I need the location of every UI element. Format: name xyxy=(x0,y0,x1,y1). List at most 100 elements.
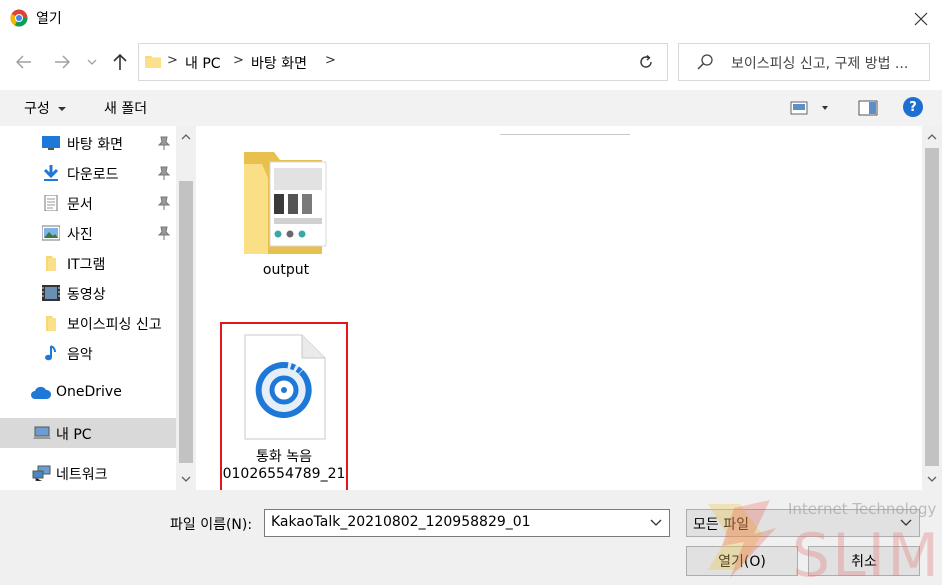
breadcrumb-item-desktop[interactable]: 바탕 화면 xyxy=(251,53,307,73)
new-folder-button[interactable]: 새 폴더 xyxy=(104,98,147,118)
help-button[interactable]: ? xyxy=(903,97,923,117)
breadcrumb-separator[interactable]: > xyxy=(325,53,336,68)
sidebar-item-label: 보이스피싱 신고 xyxy=(67,317,162,333)
file-item-output-folder[interactable]: output xyxy=(232,146,340,284)
sidebar-item-label: 네트워크 xyxy=(56,467,108,483)
pin-icon xyxy=(158,166,170,180)
breadcrumb-item-this-pc[interactable]: 내 PC xyxy=(185,53,221,73)
music-icon xyxy=(45,345,56,361)
file-list-scroll-thumb[interactable] xyxy=(925,148,939,466)
filename-input[interactable]: KakaoTalk_20210802_120958829_01 xyxy=(264,509,670,537)
chevron-down-icon xyxy=(900,519,912,526)
navigation-pane: 바탕 화면 다운로드 문서 사진 IT그램 동영상 보이스피싱 신고 음악 On… xyxy=(0,126,196,490)
filename-history-dropdown[interactable] xyxy=(647,513,665,533)
cancel-button[interactable]: 취소 xyxy=(808,546,920,576)
sidebar-item-itgram[interactable]: IT그램 xyxy=(0,248,176,278)
folder-icon xyxy=(46,316,56,331)
sidebar-item-videos[interactable]: 동영상 xyxy=(0,278,176,308)
cloud-icon xyxy=(31,386,52,399)
address-bar[interactable]: > 내 PC > 바탕 화면 > xyxy=(138,43,749,81)
video-icon xyxy=(42,285,60,301)
open-button[interactable]: 열기(O) xyxy=(686,546,798,576)
scroll-up-icon xyxy=(181,134,191,140)
forward-button[interactable] xyxy=(48,48,76,76)
sidebar-item-desktop[interactable]: 바탕 화면 xyxy=(0,128,176,158)
sidebar-item-label: 동영상 xyxy=(67,287,106,303)
pin-icon xyxy=(158,136,170,150)
sidebar-item-onedrive[interactable]: OneDrive xyxy=(0,378,176,408)
preview-pane-button[interactable] xyxy=(858,99,878,117)
close-button[interactable] xyxy=(906,6,936,32)
title-bar: 열기 xyxy=(0,0,942,36)
close-icon xyxy=(914,12,928,26)
chrome-icon xyxy=(10,9,28,27)
sidebar-item-label: 음악 xyxy=(67,347,93,363)
sidebar-item-pictures[interactable]: 사진 xyxy=(0,218,176,248)
back-button[interactable] xyxy=(10,48,38,76)
view-icon xyxy=(790,101,828,115)
file-item-call-recording[interactable]: 통화 녹음 01026554789_21 xyxy=(220,322,348,492)
file-list-scrollbar[interactable] xyxy=(922,126,942,490)
filename-value[interactable]: KakaoTalk_20210802_120958829_01 xyxy=(271,514,531,530)
command-bar: 구성 새 폴더 ? xyxy=(0,90,942,126)
window-title: 열기 xyxy=(36,11,62,27)
recent-locations-button[interactable] xyxy=(84,52,100,72)
refresh-button[interactable] xyxy=(624,43,668,81)
network-icon xyxy=(32,465,51,481)
organize-label: 구성 xyxy=(24,101,50,117)
file-name-line2: 01026554789_21 xyxy=(222,466,346,482)
pc-icon xyxy=(33,426,51,439)
breadcrumb-separator[interactable]: > xyxy=(233,53,244,68)
search-box[interactable]: 보이스피싱 신고, 구제 방법 ... xyxy=(678,43,930,81)
pin-icon xyxy=(158,196,170,210)
folder-icon xyxy=(145,56,161,68)
arrow-up-icon xyxy=(113,53,127,70)
desktop-icon xyxy=(42,136,60,150)
scroll-down-icon xyxy=(181,476,191,482)
help-icon: ? xyxy=(909,99,917,115)
sidebar-item-label: OneDrive xyxy=(56,384,122,400)
sidebar-scroll-thumb[interactable] xyxy=(179,181,193,463)
sidebar-scrollbar[interactable] xyxy=(176,126,196,490)
sidebar-item-label: IT그램 xyxy=(67,257,106,273)
filetype-dropdown-arrow[interactable] xyxy=(897,513,915,533)
filetype-value: 모든 파일 xyxy=(693,517,749,533)
folder-icon xyxy=(46,256,56,271)
arrow-left-icon xyxy=(16,55,31,69)
file-list[interactable]: output 통화 녹음 01026554789_21 xyxy=(196,126,922,492)
chevron-down-icon xyxy=(87,59,97,65)
filetype-select[interactable]: 모든 파일 xyxy=(686,509,920,537)
file-name: output xyxy=(262,262,310,278)
sidebar-item-network[interactable]: 네트워크 xyxy=(0,458,176,488)
dialog-footer: 파일 이름(N): KakaoTalk_20210802_120958829_0… xyxy=(0,490,942,585)
filename-label: 파일 이름(N): xyxy=(170,517,253,533)
picture-icon xyxy=(42,225,60,241)
new-folder-label: 새 폴더 xyxy=(104,101,148,117)
refresh-icon xyxy=(639,54,652,68)
sidebar-item-music[interactable]: 음악 xyxy=(0,338,176,368)
breadcrumb-separator[interactable]: > xyxy=(167,53,178,68)
sidebar-item-label: 내 PC xyxy=(56,427,92,443)
sidebar-item-downloads[interactable]: 다운로드 xyxy=(0,158,176,188)
sidebar-item-documents[interactable]: 문서 xyxy=(0,188,176,218)
divider xyxy=(500,134,630,135)
search-placeholder[interactable]: 보이스피싱 신고, 구제 방법 ... xyxy=(731,53,908,73)
file-name-line1: 통화 녹음 xyxy=(256,449,312,465)
pin-icon xyxy=(158,226,170,240)
sidebar-item-voicephishing[interactable]: 보이스피싱 신고 xyxy=(0,308,176,338)
search-icon xyxy=(697,54,713,70)
sidebar-item-this-pc[interactable]: 내 PC xyxy=(0,418,176,448)
document-icon xyxy=(44,195,58,211)
audio-file-icon xyxy=(244,334,326,440)
chevron-down-icon xyxy=(650,519,662,526)
organize-button[interactable]: 구성 xyxy=(24,98,67,118)
up-button[interactable] xyxy=(106,48,134,76)
caret-down-icon xyxy=(58,107,67,111)
scroll-up-icon xyxy=(927,134,937,140)
scroll-down-icon xyxy=(927,476,937,482)
download-icon xyxy=(43,165,59,181)
folder-icon xyxy=(244,152,327,254)
preview-pane-icon xyxy=(858,100,878,116)
change-view-button[interactable] xyxy=(790,99,830,117)
arrow-right-icon xyxy=(55,55,70,69)
